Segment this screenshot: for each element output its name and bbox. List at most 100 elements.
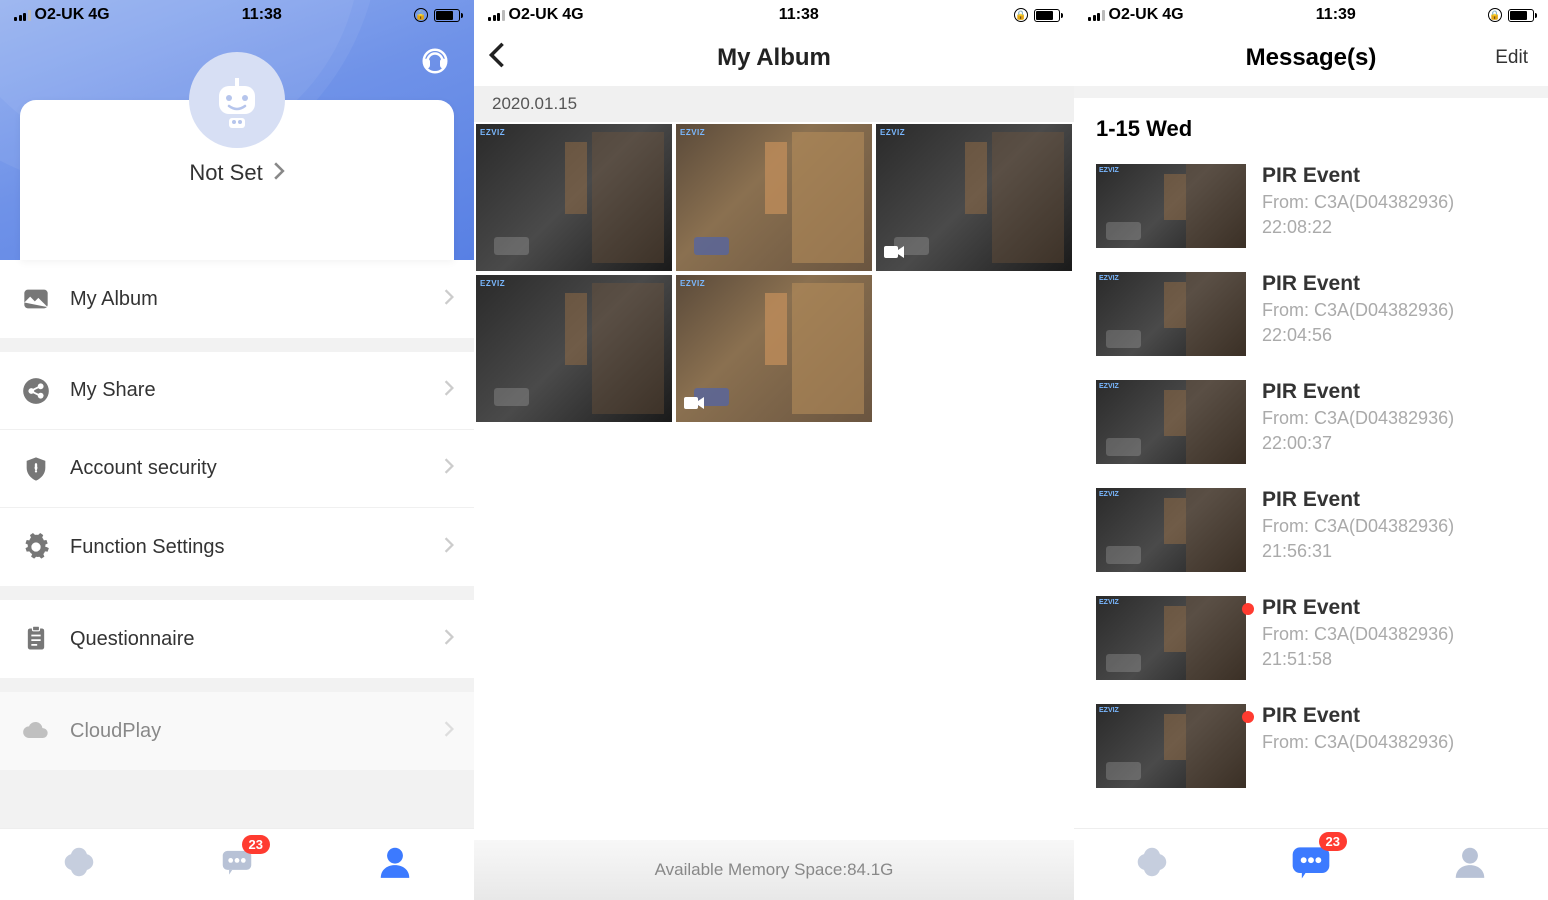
chevron-right-icon bbox=[444, 537, 454, 558]
event-from: From: C3A(D04382936) bbox=[1262, 516, 1526, 537]
messages-date: 1-15 Wed bbox=[1074, 98, 1548, 152]
message-row[interactable]: EZVIZPIR EventFrom: C3A(D04382936)22:00:… bbox=[1096, 368, 1526, 476]
event-from: From: C3A(D04382936) bbox=[1262, 300, 1526, 321]
event-from: From: C3A(D04382936) bbox=[1262, 408, 1526, 429]
share-icon bbox=[20, 375, 52, 407]
status-bar: O2-UK 4G 11:39 🔒 bbox=[1074, 0, 1548, 30]
profile-header: Not Set bbox=[0, 0, 474, 260]
message-row[interactable]: EZVIZ PIR Event From: C3A(D04382936) 21:56:… bbox=[1096, 476, 1526, 584]
carrier-label: O2-UK bbox=[509, 6, 559, 24]
menu-my-share[interactable]: My Share bbox=[0, 352, 474, 430]
unread-dot bbox=[1242, 711, 1254, 723]
tab-profile[interactable] bbox=[1451, 843, 1489, 886]
settings-list: My Album My Share Account security Funct… bbox=[0, 260, 474, 828]
tab-profile[interactable] bbox=[376, 843, 414, 886]
event-title: PIR Event bbox=[1262, 272, 1526, 296]
edit-button[interactable]: Edit bbox=[1495, 47, 1528, 69]
clipboard-icon bbox=[20, 623, 52, 655]
event-thumbnail: EZVIZ bbox=[1096, 704, 1246, 788]
status-bar: O2-UK 4G 11:38 🔒 bbox=[0, 0, 474, 30]
page-title: My Album bbox=[717, 44, 831, 72]
avatar bbox=[189, 52, 285, 148]
video-icon bbox=[884, 244, 906, 265]
event-title: PIR Event bbox=[1262, 704, 1526, 728]
event-time: 21:56:31 bbox=[1262, 541, 1526, 562]
tab-bar: 23 bbox=[1074, 828, 1548, 900]
date-header: 2020.01.15 bbox=[474, 86, 1074, 122]
message-row[interactable]: EZVIZ PIR Event From: C3A(D04382936) 21:51:… bbox=[1096, 584, 1526, 692]
event-from: From: C3A(D04382936) bbox=[1262, 732, 1526, 753]
back-button[interactable] bbox=[488, 41, 506, 76]
event-thumbnail: EZVIZ bbox=[1096, 488, 1246, 572]
message-row[interactable]: EZVIZ PIR Event From: C3A(D04382936) bbox=[1096, 692, 1526, 800]
event-thumbnail: EZVIZ bbox=[1096, 164, 1246, 248]
album-thumbnail[interactable]: EZVIZ bbox=[476, 124, 672, 271]
event-from: From: C3A(D04382936) bbox=[1262, 624, 1526, 645]
page-title: Message(s) bbox=[1246, 44, 1377, 72]
memory-footer: Available Memory Space:84.1G bbox=[474, 840, 1074, 900]
orientation-lock-icon: 🔒 bbox=[1014, 8, 1028, 22]
tab-home[interactable] bbox=[1133, 843, 1171, 886]
tab-messages[interactable]: 23 bbox=[1289, 840, 1333, 889]
network-label: 4G bbox=[562, 6, 583, 24]
event-thumbnail: EZVIZ bbox=[1096, 596, 1246, 680]
carrier-label: O2-UK bbox=[35, 6, 85, 24]
unread-dot bbox=[1242, 603, 1254, 615]
event-title: PIR Event bbox=[1262, 380, 1526, 404]
event-time: 22:04:56 bbox=[1262, 325, 1526, 346]
messages-badge: 23 bbox=[1319, 832, 1347, 851]
event-title: PIR Event bbox=[1262, 488, 1526, 512]
network-label: 4G bbox=[1162, 6, 1183, 24]
messages-list: EZVIZ PIR Event From: C3A(D04382936) 22:08:… bbox=[1074, 152, 1548, 828]
event-time: 22:00:37 bbox=[1262, 433, 1526, 454]
menu-my-album[interactable]: My Album bbox=[0, 260, 474, 338]
album-thumbnail[interactable]: EZVIZ bbox=[476, 275, 672, 422]
nav-bar: Message(s) Edit bbox=[1074, 30, 1548, 86]
screen-profile: O2-UK 4G 11:38 🔒 Not Set My Albu bbox=[0, 0, 474, 900]
nav-bar: My Album bbox=[474, 30, 1074, 86]
album-grid: EZVIZEZVIZEZVIZEZVIZEZVIZ bbox=[474, 122, 1074, 424]
username-label: Not Set bbox=[189, 160, 262, 186]
event-time: 22:08:22 bbox=[1262, 217, 1526, 238]
cloud-icon bbox=[20, 715, 52, 747]
battery-icon bbox=[1508, 9, 1534, 22]
gear-icon bbox=[20, 531, 52, 563]
chevron-right-icon bbox=[444, 380, 454, 401]
message-row[interactable]: EZVIZ PIR Event From: C3A(D04382936) 22:04:… bbox=[1096, 260, 1526, 368]
tab-bar: 23 bbox=[0, 828, 474, 900]
album-icon bbox=[20, 283, 52, 315]
menu-questionnaire[interactable]: Questionnaire bbox=[0, 600, 474, 678]
chevron-right-icon bbox=[444, 458, 454, 479]
chevron-right-icon bbox=[444, 721, 454, 742]
orientation-lock-icon: 🔒 bbox=[1488, 8, 1502, 22]
chevron-right-icon bbox=[444, 629, 454, 650]
network-label: 4G bbox=[88, 6, 109, 24]
chevron-right-icon bbox=[444, 289, 454, 310]
album-thumbnail[interactable]: EZVIZ bbox=[876, 124, 1072, 271]
menu-account-security[interactable]: Account security bbox=[0, 430, 474, 508]
profile-card[interactable]: Not Set bbox=[20, 100, 454, 260]
event-title: PIR Event bbox=[1262, 164, 1526, 188]
event-title: PIR Event bbox=[1262, 596, 1526, 620]
tab-home[interactable] bbox=[60, 843, 98, 886]
event-thumbnail: EZVIZ bbox=[1096, 272, 1246, 356]
event-time: 21:51:58 bbox=[1262, 649, 1526, 670]
screen-album: O2-UK 4G 11:38 🔒 My Album 2020.01.15 EZV… bbox=[474, 0, 1074, 900]
time-label: 11:38 bbox=[242, 6, 282, 24]
video-icon bbox=[684, 395, 706, 416]
menu-function-settings[interactable]: Function Settings bbox=[0, 508, 474, 586]
album-thumbnail[interactable]: EZVIZ bbox=[676, 124, 872, 271]
status-bar: O2-UK 4G 11:38 🔒 bbox=[474, 0, 1074, 30]
menu-cloudplay[interactable]: CloudPlay bbox=[0, 692, 474, 770]
time-label: 11:39 bbox=[1316, 6, 1356, 24]
support-icon[interactable] bbox=[420, 46, 450, 81]
shield-icon bbox=[20, 453, 52, 485]
signal-icon bbox=[488, 9, 505, 21]
album-thumbnail[interactable]: EZVIZ bbox=[676, 275, 872, 422]
signal-icon bbox=[1088, 9, 1105, 21]
chevron-right-icon bbox=[273, 160, 285, 186]
carrier-label: O2-UK bbox=[1109, 6, 1159, 24]
tab-messages[interactable]: 23 bbox=[218, 843, 256, 886]
event-from: From: C3A(D04382936) bbox=[1262, 192, 1526, 213]
message-row[interactable]: EZVIZ PIR Event From: C3A(D04382936) 22:08:… bbox=[1096, 152, 1526, 260]
